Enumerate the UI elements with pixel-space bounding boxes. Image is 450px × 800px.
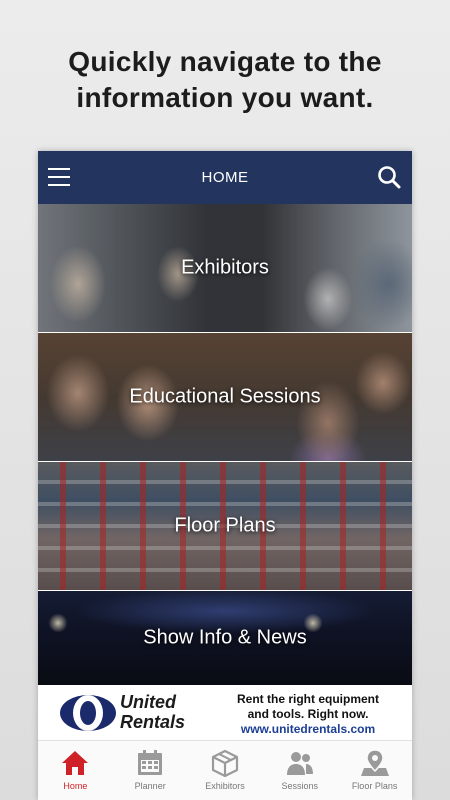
tile-educational-sessions[interactable]: Educational Sessions	[38, 333, 412, 461]
tab-home[interactable]: Home	[38, 741, 113, 800]
page-title: HOME	[201, 169, 249, 186]
tile-floor-plans[interactable]: Floor Plans	[38, 462, 412, 590]
tab-exhibitors[interactable]: Exhibitors	[188, 741, 263, 800]
tile-label: Show Info & News	[143, 626, 307, 649]
tab-planner[interactable]: Planner	[113, 741, 188, 800]
tab-label: Home	[63, 781, 88, 791]
ad-tagline-line-1: Rent the right equipment	[237, 692, 379, 706]
tile-label: Educational Sessions	[129, 385, 321, 408]
ad-brand-line-1: United	[120, 692, 176, 712]
tile-label: Floor Plans	[174, 514, 276, 537]
tab-label: Sessions	[281, 781, 319, 791]
headline-line-2: information you want.	[76, 82, 374, 113]
home-icon	[62, 751, 89, 775]
ad-url[interactable]: www.unitedrentals.com	[210, 722, 406, 737]
app-screen: HOME Exhibitors Educational Sessions Flo…	[38, 151, 412, 800]
bottom-tab-bar: Home Planner Exhibitors Sessions Floor P…	[38, 740, 412, 800]
tab-label: Floor Plans	[351, 781, 398, 791]
tile-show-info-news[interactable]: Show Info & News	[38, 591, 412, 685]
tab-sessions[interactable]: Sessions	[262, 741, 337, 800]
people-icon	[286, 752, 313, 775]
tile-exhibitors[interactable]: Exhibitors	[38, 204, 412, 332]
ad-tagline-line-2: and tools. Right now.	[247, 707, 369, 721]
app-bar: HOME	[38, 151, 412, 204]
map-pin-icon	[360, 749, 389, 776]
tab-floor-plans[interactable]: Floor Plans	[337, 741, 412, 800]
tab-label: Planner	[134, 781, 166, 791]
ad-tagline: Rent the right equipment and tools. Righ…	[210, 692, 406, 737]
marketing-headline: Quickly navigate to the information you …	[0, 44, 450, 116]
united-rentals-logo-icon	[60, 695, 116, 731]
ad-brand-name: United Rentals	[120, 692, 210, 732]
tile-label: Exhibitors	[181, 256, 269, 279]
ad-brand-line-2: Rentals	[120, 712, 186, 732]
search-icon[interactable]	[376, 164, 402, 190]
sponsor-ad-banner[interactable]: United Rentals Rent the right equipment …	[38, 686, 412, 740]
tab-label: Exhibitors	[205, 781, 245, 791]
headline-line-1: Quickly navigate to the	[68, 46, 382, 77]
box-icon	[211, 749, 239, 778]
calendar-icon	[138, 750, 163, 775]
